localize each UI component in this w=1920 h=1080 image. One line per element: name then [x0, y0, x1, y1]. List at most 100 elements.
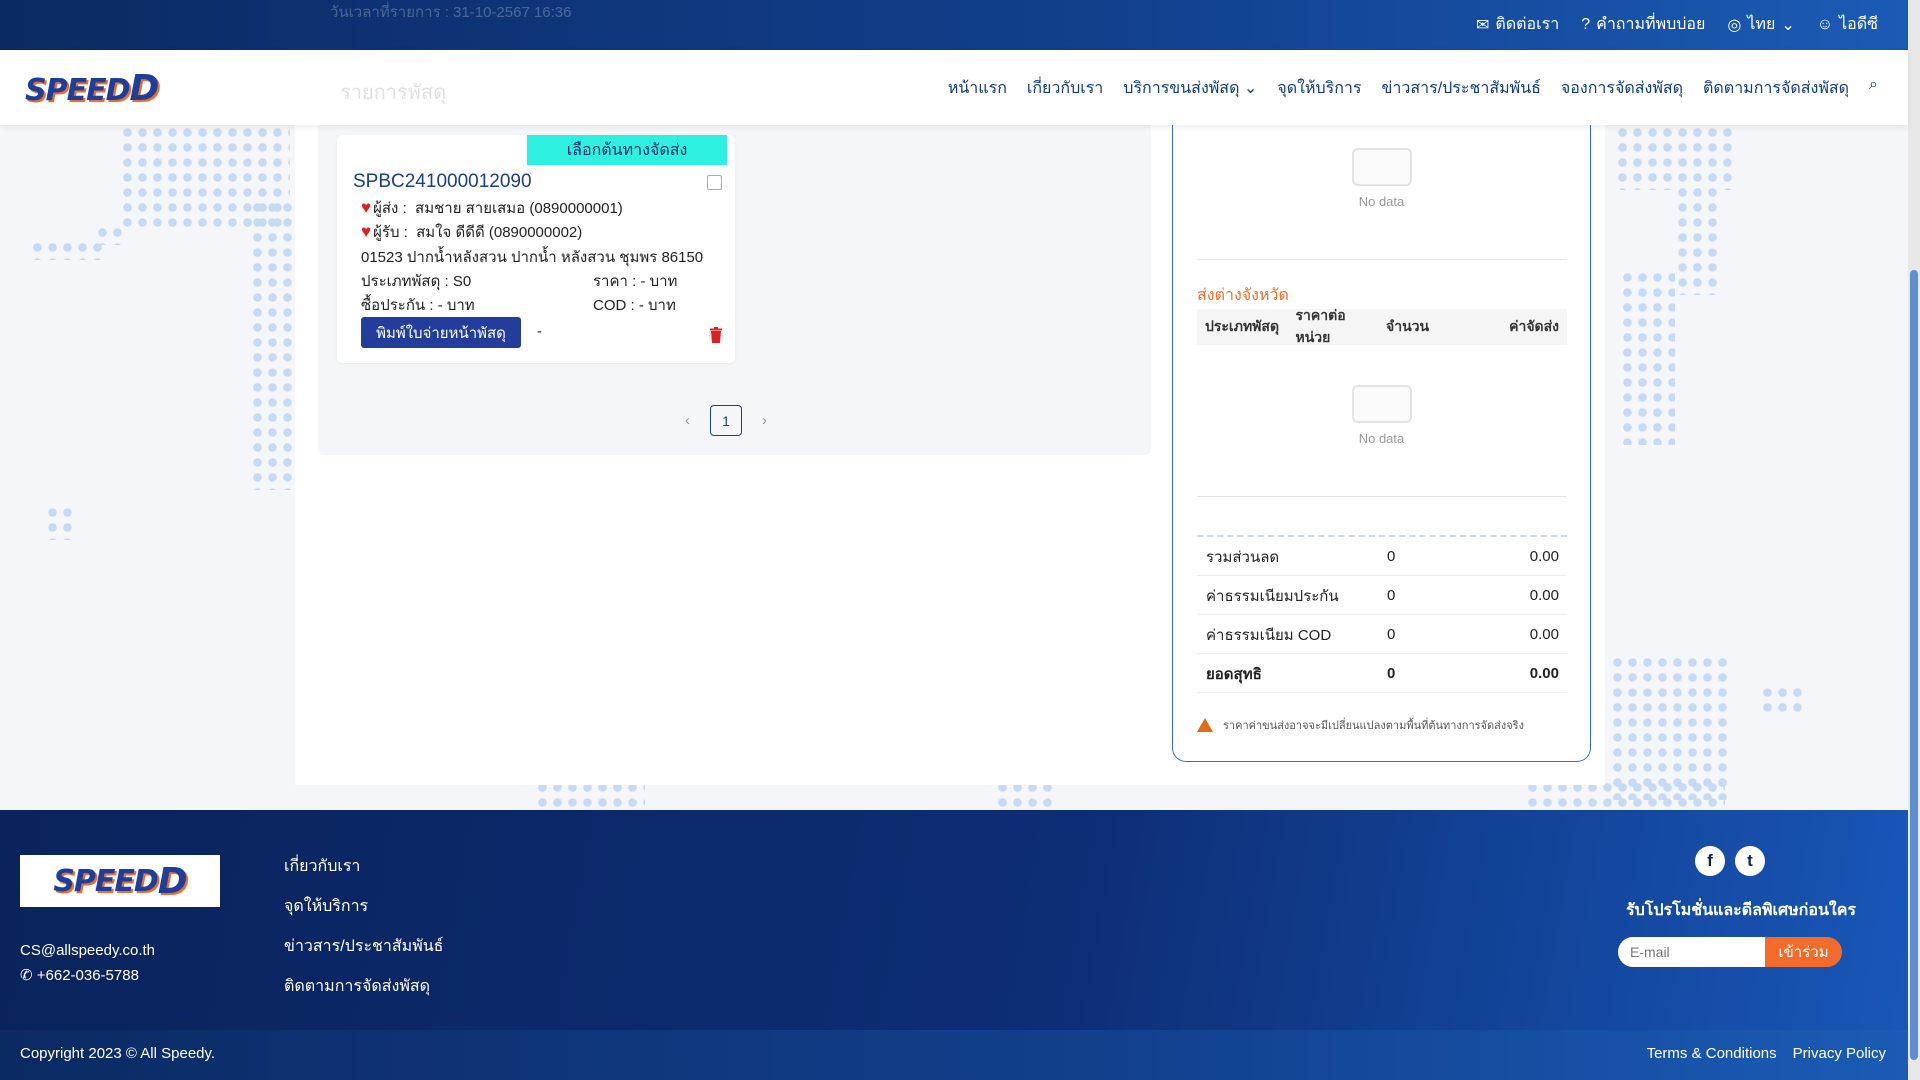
language-select[interactable]: ◎ ไทย ⌄	[1727, 12, 1794, 37]
empty-state-local: No data	[1173, 148, 1590, 209]
nav-item-tracking[interactable]: ติดตามการจัดส่งพัสดุ	[1703, 76, 1849, 101]
nav-item-news[interactable]: ข่าวสาร/ประชาสัมพันธ์	[1381, 76, 1540, 101]
nav-item-service-points[interactable]: จุดให้บริการ	[1277, 76, 1361, 101]
summary-row-insurance-fee: ค่าธรรมเนียมประกัน 0 0.00	[1197, 577, 1567, 615]
contact-label: ติดต่อเรา	[1495, 16, 1560, 33]
footer-link-service-points[interactable]: จุดให้บริการ	[284, 887, 443, 927]
footer-link-news[interactable]: ข่าวสาร/ประชาสัมพันธ์	[284, 927, 443, 967]
row-amount: 0.00	[1529, 548, 1559, 565]
summary-row-net-total: ยอดสุทธิ 0 0.00	[1197, 655, 1567, 693]
mail-icon: ✉	[1475, 16, 1490, 34]
logo-d-mark: D	[129, 68, 159, 109]
sender-value: สมชาย สายเสมอ (0890000001)	[415, 200, 623, 217]
speed-d-logo[interactable]: SPEEDD	[25, 68, 185, 109]
page-scrollbar[interactable]	[1908, 0, 1920, 1080]
scrollbar-thumb[interactable]	[1910, 270, 1918, 1060]
parcel-checkbox[interactable]	[707, 175, 722, 190]
contact-link[interactable]: ✉ ติดต่อเรา	[1476, 12, 1559, 37]
pagination: ‹ 1 ›	[685, 405, 767, 436]
world-map-dots	[30, 240, 105, 260]
page-1-button[interactable]: 1	[710, 405, 742, 436]
trash-icon[interactable]	[709, 327, 723, 343]
world-map-dots	[1620, 270, 1675, 445]
twitter-icon[interactable]: t	[1735, 846, 1765, 876]
next-page-button[interactable]: ›	[762, 412, 767, 429]
world-map-dots	[45, 505, 75, 540]
row-label: ค่าธรรมเนียม COD	[1206, 626, 1332, 644]
logo-text: SPEED	[25, 73, 130, 108]
row-count: 0	[1387, 548, 1396, 565]
logo-text: SPEED	[53, 863, 158, 899]
language-label: ไทย	[1747, 16, 1776, 33]
nav-item-about[interactable]: เกี่ยวกับเรา	[1027, 76, 1103, 101]
facebook-icon[interactable]: f	[1695, 846, 1725, 876]
user-icon: ☺	[1816, 15, 1834, 33]
user-menu[interactable]: ☺ ไอดีซี	[1817, 12, 1878, 37]
print-label-button[interactable]: พิมพ์ใบจ่ายหน้าพัสดุ	[361, 317, 521, 348]
privacy-link[interactable]: Privacy Policy	[1793, 1045, 1886, 1062]
row-amount: 0.00	[1529, 665, 1559, 682]
phone-icon: ✆	[20, 967, 33, 984]
rate-table-header: ประเภทพัสดุ ราคาต่อหน่วย จำนวน ค่าจัดส่ง	[1197, 307, 1567, 345]
dashed-divider	[1197, 535, 1567, 537]
footer-links: เกี่ยวกับเรา จุดให้บริการ ข่าวสาร/ประชาส…	[284, 847, 443, 1007]
empty-inbox-icon	[1351, 148, 1412, 186]
newsletter-form: เข้าร่วม	[1618, 937, 1842, 967]
newsletter-email-input[interactable]	[1618, 937, 1765, 967]
upcountry-section-title: ส่งต่างจังหวัด	[1197, 287, 1289, 304]
empty-inbox-icon	[1351, 385, 1412, 423]
nav-item-booking[interactable]: จองการจัดส่งพัสดุ	[1561, 76, 1683, 101]
nav-item-home[interactable]: หน้าแรก	[948, 76, 1007, 101]
utility-links: ✉ ติดต่อเรา ? คำถามที่พบบ่อย ◎ ไทย ⌄ ☺ ไอดีซี	[1476, 12, 1878, 37]
no-data-text: No data	[1358, 431, 1405, 446]
footer-logo[interactable]: SPEED D	[20, 855, 220, 907]
tracking-id: SPBC241000012090	[353, 171, 532, 192]
row-label: ค่าธรรมเนียมประกัน	[1206, 587, 1339, 605]
world-map-dots	[1675, 185, 1720, 295]
empty-state-upcountry: No data	[1173, 385, 1590, 446]
row-amount: 0.00	[1529, 587, 1559, 604]
row-label: ยอดสุทธิ	[1206, 665, 1262, 683]
col-shipping-fee: ค่าจัดส่ง	[1509, 318, 1559, 334]
address: 01523 ปากน้ำหลังสวน ปากน้ำ หลังสวน ชุมพร…	[361, 249, 704, 266]
receiver-label: ผู้รับ :	[373, 224, 408, 241]
search-icon[interactable]: ⌕	[1869, 76, 1878, 101]
heart-icon: ♥	[361, 222, 372, 241]
col-quantity: จำนวน	[1386, 318, 1430, 334]
faq-link[interactable]: ? คำถามที่พบบ่อย	[1581, 12, 1705, 37]
top-utility-bar: วันเวลาที่รายการ : 31-10-2567 16:36 ✉ ติด…	[0, 0, 1908, 50]
footer-phone: +662-036-5788	[36, 967, 139, 984]
join-button[interactable]: เข้าร่วม	[1765, 937, 1842, 967]
footer-link-about[interactable]: เกี่ยวกับเรา	[284, 847, 443, 887]
user-label: ไอดีซี	[1839, 16, 1878, 33]
footer-phone-row[interactable]: ✆ +662-036-5788	[20, 963, 155, 988]
row-label: รวมส่วนลด	[1206, 548, 1280, 566]
legal-links: Terms & Conditions Privacy Policy	[1647, 1045, 1886, 1062]
nav-item-services-label: บริการขนส่งพัสดุ	[1123, 80, 1240, 97]
faq-label: คำถามที่พบบ่อย	[1596, 16, 1706, 33]
row-count: 0	[1387, 665, 1396, 682]
footer-email[interactable]: CS@allspeedy.co.th	[20, 938, 155, 963]
help-icon: ?	[1581, 15, 1591, 33]
warning-text: ราคาค่าขนส่งอาจจะมีเปลี่ยนแปลงตามพื้นที่…	[1223, 720, 1524, 732]
warning-icon	[1197, 718, 1213, 732]
footer: SPEED D CS@allspeedy.co.th ✆ +662-036-578…	[0, 810, 1908, 1030]
terms-link[interactable]: Terms & Conditions	[1647, 1045, 1777, 1062]
ghost-page-title: รายการพัสดุ	[340, 82, 447, 104]
row-count: 0	[1387, 626, 1396, 643]
ghost-timestamp: วันเวลาที่รายการ : 31-10-2567 16:36	[330, 4, 572, 21]
footer-link-tracking[interactable]: ติดตามการจัดส่งพัสดุ	[284, 967, 443, 1007]
select-origin-button[interactable]: เลือกต้นทางจัดส่ง	[527, 135, 727, 165]
nav-item-services[interactable]: บริการขนส่งพัสดุ ⌄	[1123, 76, 1257, 101]
globe-icon: ◎	[1727, 16, 1742, 34]
copyright: Copyright 2023 © All Speedy.	[20, 1045, 216, 1062]
prev-page-button[interactable]: ‹	[685, 412, 690, 429]
row-count: 0	[1387, 587, 1396, 604]
sender-label: ผู้ส่ง :	[373, 200, 407, 217]
insurance: ซื้อประกัน : - บาท	[361, 297, 475, 314]
main-navigation: SPEEDD รายการพัสดุ หน้าแรก เกี่ยวกับเรา …	[0, 50, 1908, 125]
dash-placeholder: -	[537, 323, 542, 340]
world-map-dots	[1760, 685, 1805, 715]
no-data-text: No data	[1358, 194, 1405, 209]
divider	[1197, 259, 1567, 260]
